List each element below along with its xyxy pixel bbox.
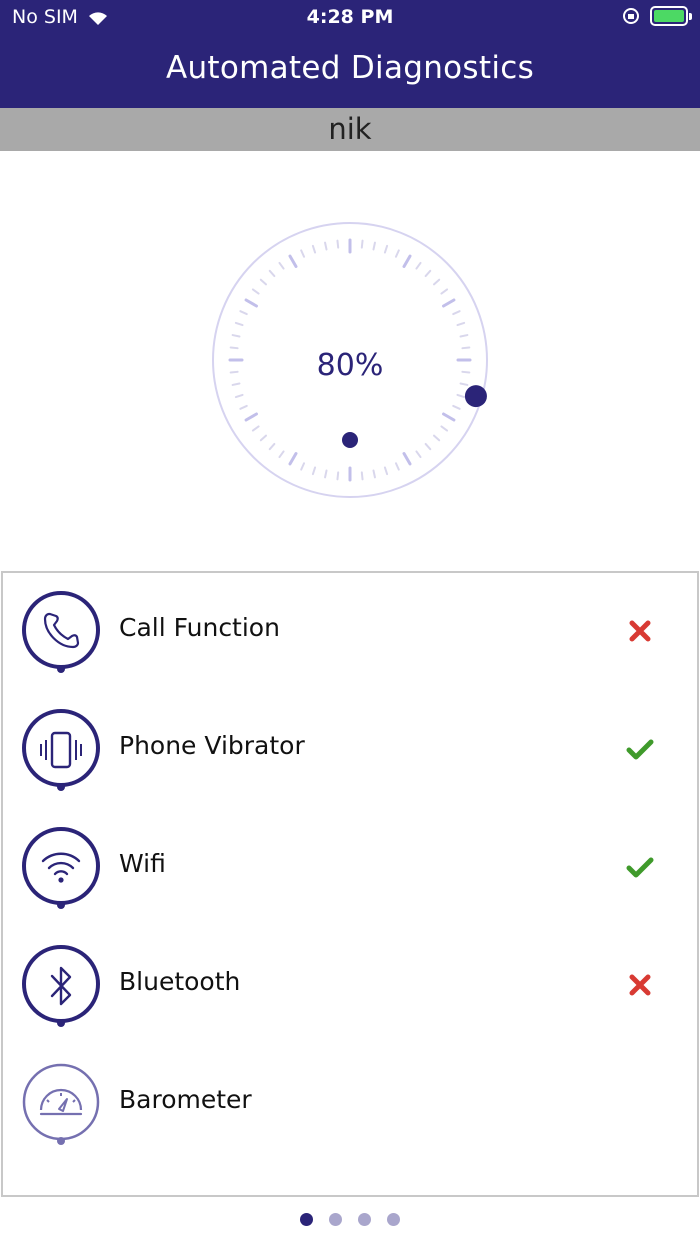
status-time: 4:28 PM xyxy=(306,6,394,28)
gauge-tick xyxy=(324,469,328,479)
test-label: Call Function xyxy=(119,613,280,642)
gauge-tick xyxy=(372,469,376,479)
test-label: Barometer xyxy=(119,1085,252,1114)
gauge-tick xyxy=(336,471,340,481)
battery-cap xyxy=(689,13,692,20)
test-row-barometer[interactable]: Barometer xyxy=(3,1045,697,1163)
barometer-icon xyxy=(19,1062,103,1146)
gauge-tick xyxy=(360,239,364,249)
page-dot-3[interactable] xyxy=(358,1213,371,1226)
page-dot-4[interactable] xyxy=(387,1213,400,1226)
user-name-bar: nik xyxy=(0,108,700,151)
gauge-tick xyxy=(372,241,376,251)
gauge-tick xyxy=(231,334,241,338)
gauge-tick xyxy=(231,382,241,386)
wifi-icon xyxy=(19,826,103,910)
bluetooth-icon xyxy=(19,944,103,1028)
status-bar: No SIM 4:28 PM xyxy=(0,0,700,36)
battery-level xyxy=(654,10,684,22)
page-indicator[interactable] xyxy=(0,1213,700,1229)
phone-icon xyxy=(19,590,103,674)
test-label: Phone Vibrator xyxy=(119,731,305,760)
test-row-phone-vibrator[interactable]: Phone Vibrator xyxy=(3,691,697,809)
vibrate-icon xyxy=(19,708,103,792)
page-title: Automated Diagnostics xyxy=(165,50,535,86)
gauge-tick xyxy=(459,382,469,386)
page-dot-2[interactable] xyxy=(329,1213,342,1226)
cross-icon xyxy=(625,616,655,646)
cross-icon xyxy=(625,970,655,1000)
gauge-tick xyxy=(324,241,328,251)
diagnostics-list[interactable]: Call Function Phone Vibrator Wifi Blueto… xyxy=(1,571,699,1197)
orientation-lock-icon xyxy=(623,8,639,24)
gauge-tick xyxy=(459,334,469,338)
test-label: Wifi xyxy=(119,849,166,878)
progress-gauge: 80% xyxy=(200,210,500,510)
gauge-percentage: 80% xyxy=(316,348,384,383)
gauge-tick xyxy=(360,471,364,481)
page-dot-1[interactable] xyxy=(300,1213,313,1226)
app-header: No SIM 4:28 PM Automated Diagnostics xyxy=(0,0,700,108)
check-icon xyxy=(625,734,655,764)
test-row-bluetooth[interactable]: Bluetooth xyxy=(3,927,697,1045)
gauge-tick xyxy=(336,239,340,249)
gauge-center-dot xyxy=(342,432,358,448)
test-row-wifi[interactable]: Wifi xyxy=(3,809,697,927)
test-row-call-function[interactable]: Call Function xyxy=(3,573,697,691)
status-right xyxy=(622,6,692,26)
gauge-knob xyxy=(464,385,487,408)
check-icon xyxy=(625,852,655,882)
test-label: Bluetooth xyxy=(119,967,241,996)
battery-icon xyxy=(650,6,692,26)
